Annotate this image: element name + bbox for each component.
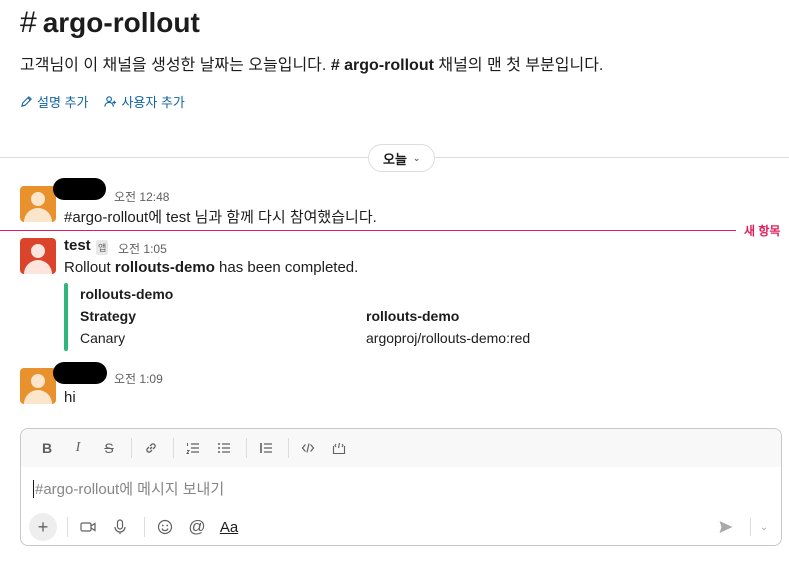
toolbar-divider [173, 438, 174, 458]
send-controls: ⌄ [712, 513, 771, 541]
add-people-link[interactable]: 사용자 추가 [104, 92, 185, 111]
ordered-list-icon [186, 443, 199, 454]
avatar[interactable] [20, 186, 56, 222]
video-camera-icon [80, 522, 96, 532]
bullet-list-button[interactable] [210, 434, 238, 462]
bold-button[interactable]: B [33, 434, 61, 462]
attachment-field-title: rollouts-demo [366, 308, 460, 324]
add-user-icon [104, 96, 117, 107]
message-text-prefix: Rollout [64, 259, 111, 276]
text-format-icon: Aa [219, 518, 239, 536]
intro-prefix: 고객님이 이 채널을 생성한 날짜는 오늘입니다. [20, 57, 327, 74]
message-input-placeholder: #argo-rollout에 메시지 보내기 [35, 481, 225, 498]
microphone-icon [114, 519, 126, 534]
italic-button[interactable]: I [64, 434, 92, 462]
attachment-field-value: argoproj/rollouts-demo:red [366, 330, 531, 346]
composer-divider [144, 517, 145, 537]
send-divider [750, 518, 751, 536]
add-description-label: 설명 추가 [37, 95, 89, 110]
add-people-label: 사용자 추가 [121, 95, 185, 110]
link-button[interactable] [137, 434, 165, 462]
redacted-username [53, 362, 107, 384]
message-text-suffix: has been completed. [219, 259, 359, 276]
attachment-field-title: Strategy [80, 308, 137, 324]
date-label: 오늘 [383, 151, 407, 167]
attachment-field-value: Canary [80, 330, 126, 346]
code-button[interactable] [294, 434, 322, 462]
message-text: #argo-rollout에 test 님과 함께 다시 참여했습니다. [64, 209, 377, 226]
strikethrough-button[interactable]: S [95, 434, 123, 462]
channel-actions: 설명 추가 사용자 추가 [20, 92, 185, 111]
attachment-title: rollouts-demo [80, 286, 174, 302]
send-button[interactable] [712, 513, 740, 541]
code-block-icon [332, 442, 346, 455]
message-timestamp[interactable]: 오전 1:09 [114, 370, 163, 387]
link-icon [146, 443, 156, 453]
channel-name: argo-rollout [42, 7, 200, 38]
send-options-button[interactable]: ⌄ [757, 513, 771, 541]
date-jump-button[interactable]: 오늘 ⌄ [368, 144, 436, 172]
attachment-color-bar [64, 283, 68, 351]
formatting-toolbar: B I S [21, 429, 781, 467]
new-messages-line [0, 230, 736, 231]
code-icon [301, 443, 315, 453]
hash-icon: # [20, 6, 37, 39]
bullet-list-icon [218, 443, 230, 453]
intro-channel-name: # argo-rollout [330, 57, 434, 74]
redacted-username [53, 178, 106, 200]
at-sign-icon: @ [188, 517, 206, 536]
message-text: hi [64, 389, 76, 406]
blockquote-button[interactable] [252, 434, 280, 462]
intro-suffix: 채널의 맨 첫 부분입니다. [438, 57, 604, 74]
chevron-down-icon: ⌄ [412, 152, 421, 163]
plus-icon: + [37, 516, 49, 537]
sender-name[interactable]: test [64, 237, 91, 254]
audio-clip-button[interactable] [106, 513, 134, 541]
text-caret [33, 479, 34, 498]
avatar[interactable] [20, 238, 56, 274]
video-clip-button[interactable] [74, 513, 102, 541]
mention-button[interactable]: @ [183, 513, 211, 541]
formatting-toggle-button[interactable]: Aa [215, 513, 243, 541]
composer-actions: + @ Aa ⌄ [29, 513, 775, 541]
message-timestamp[interactable]: 오전 1:05 [118, 240, 167, 257]
message-text-bold: rollouts-demo [114, 259, 215, 276]
app-badge: 앱 [96, 240, 109, 255]
message-composer: B I S #argo-rollout에 메시지 보내기 + @ Aa ⌄ [20, 428, 782, 546]
new-messages-label: 새 항목 [744, 224, 781, 238]
toolbar-divider [288, 438, 289, 458]
send-icon [719, 521, 733, 533]
channel-intro: 고객님이 이 채널을 생성한 날짜는 오늘입니다. # argo-rollout… [20, 51, 603, 75]
code-block-button[interactable] [325, 434, 353, 462]
ordered-list-button[interactable] [179, 434, 207, 462]
chevron-down-icon: ⌄ [759, 521, 769, 533]
attach-button[interactable]: + [29, 513, 57, 541]
toolbar-divider [131, 438, 132, 458]
composer-divider [67, 517, 68, 537]
emoji-button[interactable] [151, 513, 179, 541]
avatar[interactable] [20, 368, 56, 404]
blockquote-icon [260, 443, 272, 453]
add-description-link[interactable]: 설명 추가 [20, 92, 88, 111]
message-timestamp[interactable]: 오전 12:48 [114, 188, 169, 205]
toolbar-divider [246, 438, 247, 458]
channel-title: # argo-rollout [20, 6, 200, 40]
pencil-icon [21, 96, 32, 107]
message-input[interactable]: #argo-rollout에 메시지 보내기 [33, 478, 224, 499]
smiley-icon [157, 519, 173, 535]
message-text: Rollout rollouts-demo has been completed… [64, 259, 358, 276]
